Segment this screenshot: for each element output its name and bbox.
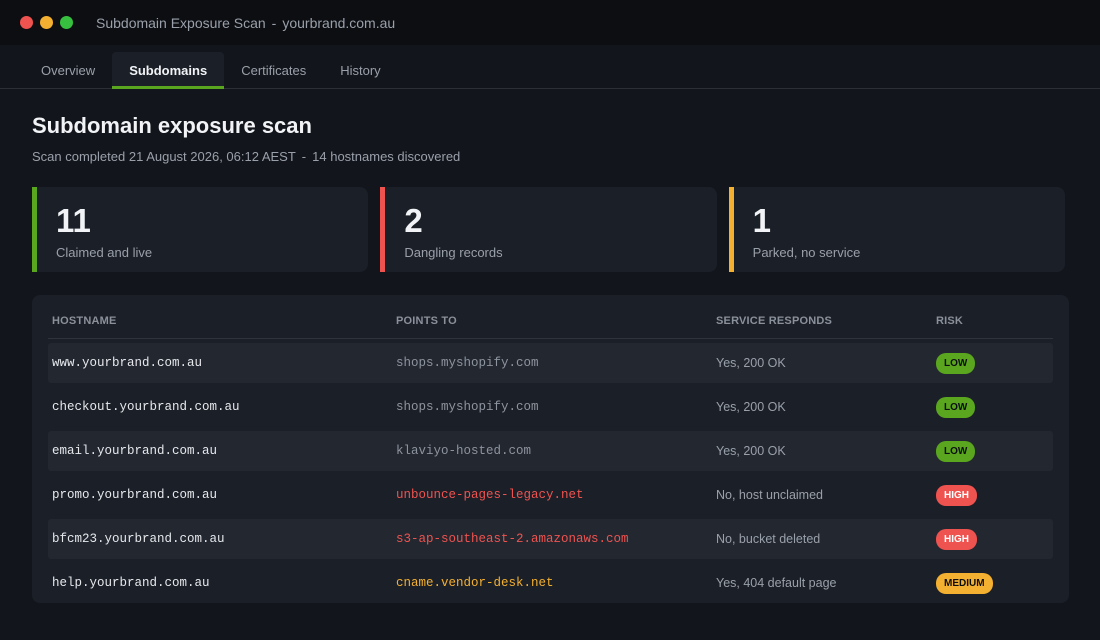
table-header: HOSTNAME POINTS TO SERVICE RESPONDS RISK bbox=[48, 303, 1053, 339]
card-number: 2 bbox=[404, 202, 423, 239]
hostname-cell: promo.yourbrand.com.au bbox=[52, 488, 218, 502]
title-bar: Subdomain Exposure Scan - yourbrand.com.… bbox=[0, 0, 1100, 45]
points-to-cell: cname.vendor-desk.net bbox=[396, 576, 554, 590]
header-points-to: POINTS TO bbox=[396, 314, 457, 327]
card-claimed-live: 11 Claimed and live bbox=[32, 187, 369, 272]
service-cell: No, host unclaimed bbox=[716, 488, 824, 502]
window-controls bbox=[20, 16, 73, 29]
tab-overview[interactable]: Overview bbox=[24, 52, 112, 88]
service-cell: Yes, 200 OK bbox=[716, 356, 786, 370]
risk-badge: LOW bbox=[936, 352, 976, 374]
card-label: Parked, no service bbox=[752, 245, 861, 260]
scan-completed-text: Scan completed 21 August 2026, 06:12 AES… bbox=[32, 149, 296, 164]
table-row[interactable]: help.yourbrand.com.au cname.vendor-desk.… bbox=[48, 563, 1053, 603]
tab-history[interactable]: History bbox=[323, 52, 397, 88]
card-label: Dangling records bbox=[404, 245, 503, 260]
main-content: Subdomain exposure scan Scan completed 2… bbox=[0, 89, 1100, 603]
maximize-window-button[interactable] bbox=[60, 16, 73, 29]
points-to-cell: shops.myshopify.com bbox=[396, 400, 539, 414]
risk-badge: HIGH bbox=[936, 528, 977, 550]
hostname-cell: help.yourbrand.com.au bbox=[52, 576, 210, 590]
card-number: 1 bbox=[752, 202, 772, 239]
scan-summary-separator: - bbox=[301, 149, 307, 164]
service-cell: No, bucket deleted bbox=[716, 532, 821, 546]
tab-certificates[interactable]: Certificates bbox=[224, 52, 323, 88]
hostname-cell: email.yourbrand.com.au bbox=[52, 444, 218, 458]
table-row[interactable]: bfcm23.yourbrand.com.au s3-ap-southeast-… bbox=[48, 519, 1053, 559]
points-to-cell: unbounce-pages-legacy.net bbox=[396, 488, 584, 502]
window-title-separator: - bbox=[271, 14, 277, 31]
table-row[interactable]: www.yourbrand.com.au shops.myshopify.com… bbox=[48, 343, 1053, 383]
card-parked: 1 Parked, no service bbox=[728, 187, 1065, 272]
window-title: Subdomain Exposure Scan - yourbrand.com.… bbox=[96, 15, 395, 31]
hostname-cell: checkout.yourbrand.com.au bbox=[52, 400, 240, 414]
header-service-responds: SERVICE RESPONDS bbox=[716, 314, 833, 327]
hostname-cell: www.yourbrand.com.au bbox=[52, 356, 203, 370]
window-title-domain: yourbrand.com.au bbox=[282, 14, 396, 31]
minimize-window-button[interactable] bbox=[40, 16, 53, 29]
points-to-cell: shops.myshopify.com bbox=[396, 356, 539, 370]
subdomain-table: HOSTNAME POINTS TO SERVICE RESPONDS RISK… bbox=[32, 295, 1069, 603]
service-cell: Yes, 404 default page bbox=[716, 576, 837, 590]
risk-badge: LOW bbox=[936, 396, 976, 418]
table-row[interactable]: promo.yourbrand.com.au unbounce-pages-le… bbox=[48, 475, 1053, 515]
points-to-cell: klaviyo-hosted.com bbox=[396, 444, 532, 458]
card-number: 11 bbox=[56, 202, 91, 239]
table-row[interactable]: email.yourbrand.com.au klaviyo-hosted.co… bbox=[48, 431, 1053, 471]
tab-bar: Overview Subdomains Certificates History bbox=[0, 45, 1100, 89]
points-to-cell: s3-ap-southeast-2.amazonaws.com bbox=[396, 532, 629, 546]
page-title: Subdomain exposure scan bbox=[32, 113, 312, 138]
scan-summary: Scan completed 21 August 2026, 06:12 AES… bbox=[32, 149, 1068, 164]
tab-subdomains[interactable]: Subdomains bbox=[112, 52, 225, 89]
table-row[interactable]: checkout.yourbrand.com.au shops.myshopif… bbox=[48, 387, 1053, 427]
header-risk: RISK bbox=[936, 314, 964, 327]
service-cell: Yes, 200 OK bbox=[716, 444, 786, 458]
card-dangling-records: 2 Dangling records bbox=[380, 187, 717, 272]
close-window-button[interactable] bbox=[20, 16, 33, 29]
summary-cards: 11 Claimed and live 2 Dangling records 1… bbox=[32, 187, 1065, 272]
window-title-text: Subdomain Exposure Scan bbox=[96, 14, 266, 31]
hostname-cell: bfcm23.yourbrand.com.au bbox=[52, 532, 225, 546]
risk-badge: MEDIUM bbox=[936, 572, 993, 594]
risk-badge: HIGH bbox=[936, 484, 977, 506]
hostname-count-text: 14 hostnames discovered bbox=[312, 149, 461, 164]
header-hostname: HOSTNAME bbox=[52, 314, 117, 327]
risk-badge: LOW bbox=[936, 440, 976, 462]
card-label: Claimed and live bbox=[56, 245, 153, 260]
service-cell: Yes, 200 OK bbox=[716, 400, 786, 414]
